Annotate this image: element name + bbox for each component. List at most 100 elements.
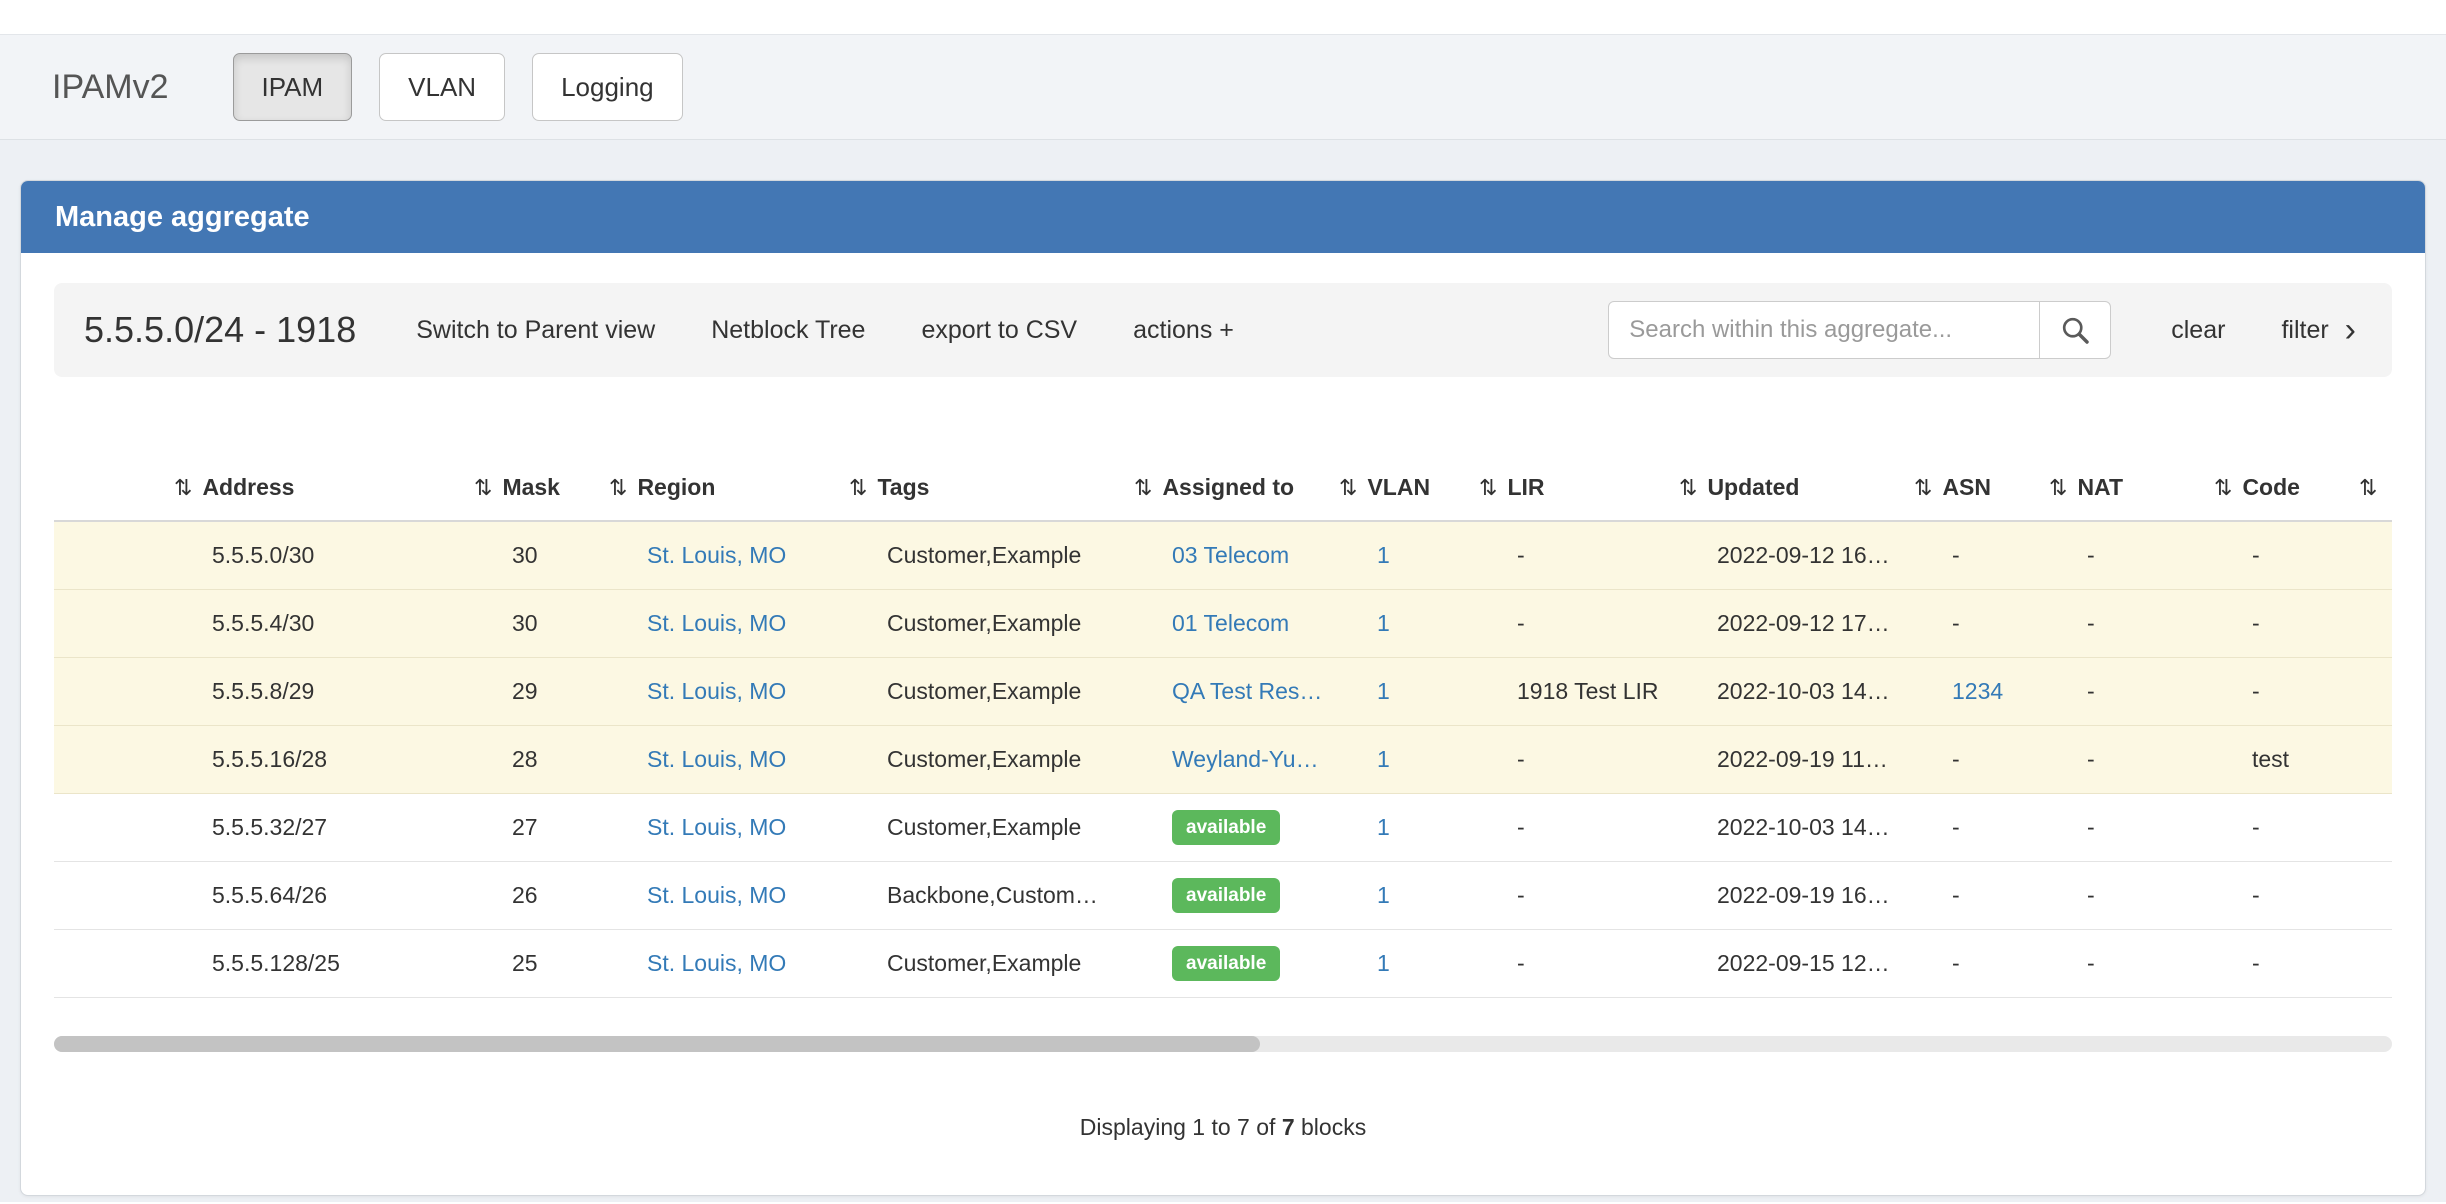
- region-link[interactable]: St. Louis, MO: [647, 950, 786, 976]
- region-link[interactable]: St. Louis, MO: [647, 814, 786, 840]
- col-header-updated[interactable]: ⇅Updated: [1671, 455, 1906, 521]
- cell-updated: 2022-09-15 12…: [1671, 929, 1906, 997]
- cell-lir: -: [1471, 861, 1671, 929]
- region-link[interactable]: St. Louis, MO: [647, 542, 786, 568]
- sort-icon: ⇅: [1679, 475, 1697, 500]
- sort-icon: ⇅: [1339, 475, 1357, 500]
- tab-logging[interactable]: Logging: [532, 53, 683, 121]
- cell-mask: 26: [466, 861, 601, 929]
- cell-tags: Customer,Example: [841, 929, 1126, 997]
- assigned-to-link[interactable]: 01 Telecom: [1172, 610, 1289, 636]
- table-row: 5.5.5.0/30 30 St. Louis, MO Customer,Exa…: [54, 521, 2392, 589]
- assigned-to-link[interactable]: 03 Telecom: [1172, 542, 1289, 568]
- cell-lir: -: [1471, 929, 1671, 997]
- sort-icon: ⇅: [1479, 475, 1497, 500]
- sort-icon: ⇅: [1134, 475, 1152, 500]
- col-header-tags[interactable]: ⇅ Tags: [841, 455, 1126, 521]
- netblock-table-container: ⇅Address ⇅Mask ⇅Region ⇅Tags ⇅Assigned t…: [54, 455, 2392, 998]
- vlan-link[interactable]: 1: [1377, 746, 1390, 772]
- cell-assigned-to: available: [1126, 929, 1331, 997]
- table-row: 5.5.5.8/29 29 St. Louis, MO Customer,Exa…: [54, 657, 2392, 725]
- app-brand: IPAMv2: [52, 68, 169, 107]
- cell-code: -: [2206, 929, 2351, 997]
- search-group: [1608, 301, 2111, 359]
- row-trailing-cell: [2351, 793, 2392, 861]
- vlan-link[interactable]: 1: [1377, 882, 1390, 908]
- summary-total: 7: [1282, 1114, 1295, 1140]
- col-header-extra[interactable]: ⇅: [2351, 455, 2392, 521]
- tab-ipam[interactable]: IPAM: [233, 53, 353, 121]
- cell-updated: 2022-09-19 16…: [1671, 861, 1906, 929]
- cell-asn: -: [1906, 793, 2041, 861]
- search-input[interactable]: [1608, 301, 2040, 359]
- cell-vlan: 1: [1331, 793, 1471, 861]
- search-button[interactable]: [2039, 301, 2111, 359]
- vlan-link[interactable]: 1: [1377, 678, 1390, 704]
- row-trailing-cell: [2351, 657, 2392, 725]
- sort-icon: ⇅: [849, 475, 867, 500]
- vlan-link[interactable]: 1: [1377, 950, 1390, 976]
- region-link[interactable]: St. Louis, MO: [647, 746, 786, 772]
- assigned-to-link[interactable]: QA Test Res…: [1172, 678, 1322, 704]
- search-icon: [2059, 314, 2091, 346]
- page-content: Manage aggregate 5.5.5.0/24 - 1918 Switc…: [0, 140, 2446, 1202]
- clear-filter-link[interactable]: clear: [2171, 316, 2225, 345]
- col-header-nat[interactable]: ⇅NAT: [2041, 455, 2206, 521]
- cell-vlan: 1: [1331, 657, 1471, 725]
- cell-lir: -: [1471, 589, 1671, 657]
- col-label-assigned-to: Assigned to: [1162, 474, 1294, 500]
- cell-address: 5.5.5.64/26: [166, 861, 466, 929]
- row-trailing-cell: [2351, 725, 2392, 793]
- cell-assigned-to: 03 Telecom: [1126, 521, 1331, 589]
- col-header-code[interactable]: ⇅Code: [2206, 455, 2351, 521]
- col-header-region[interactable]: ⇅Region: [601, 455, 841, 521]
- export-csv-link[interactable]: export to CSV: [921, 316, 1077, 345]
- table-row: 5.5.5.4/30 30 St. Louis, MO Customer,Exa…: [54, 589, 2392, 657]
- cell-tags: Customer,Example: [841, 793, 1126, 861]
- cell-lir: 1918 Test LIR: [1471, 657, 1671, 725]
- col-header-mask[interactable]: ⇅Mask: [466, 455, 601, 521]
- cell-address: 5.5.5.16/28: [166, 725, 466, 793]
- cell-address: 5.5.5.128/25: [166, 929, 466, 997]
- region-link[interactable]: St. Louis, MO: [647, 882, 786, 908]
- available-badge: available: [1172, 878, 1280, 913]
- sort-icon: ⇅: [2359, 475, 2377, 500]
- col-header-lir[interactable]: ⇅LIR: [1471, 455, 1671, 521]
- cell-vlan: 1: [1331, 929, 1471, 997]
- col-header-asn[interactable]: ⇅ASN: [1906, 455, 2041, 521]
- vlan-link[interactable]: 1: [1377, 542, 1390, 568]
- filter-link[interactable]: filter ›: [2281, 313, 2356, 347]
- cell-code: -: [2206, 657, 2351, 725]
- cell-updated: 2022-09-19 11…: [1671, 725, 1906, 793]
- col-label-address: Address: [202, 474, 294, 500]
- netblock-table: ⇅Address ⇅Mask ⇅Region ⇅Tags ⇅Assigned t…: [54, 455, 2392, 998]
- netblock-tree-link[interactable]: Netblock Tree: [711, 316, 865, 345]
- col-header-address[interactable]: ⇅Address: [166, 455, 466, 521]
- cell-assigned-to: available: [1126, 861, 1331, 929]
- table-row: 5.5.5.32/27 27 St. Louis, MO Customer,Ex…: [54, 793, 2392, 861]
- region-link[interactable]: St. Louis, MO: [647, 678, 786, 704]
- cell-mask: 29: [466, 657, 601, 725]
- cell-address: 5.5.5.32/27: [166, 793, 466, 861]
- horizontal-scrollbar[interactable]: [54, 1036, 2392, 1052]
- cell-asn: -: [1906, 929, 2041, 997]
- row-lead-cell: [54, 725, 166, 793]
- actions-menu-link[interactable]: actions +: [1133, 316, 1234, 345]
- vlan-link[interactable]: 1: [1377, 610, 1390, 636]
- cell-nat: -: [2041, 725, 2206, 793]
- col-header-vlan[interactable]: ⇅VLAN: [1331, 455, 1471, 521]
- region-link[interactable]: St. Louis, MO: [647, 610, 786, 636]
- row-lead-cell: [54, 657, 166, 725]
- col-label-tags: Tags: [877, 474, 929, 500]
- cell-code: test: [2206, 725, 2351, 793]
- switch-parent-view-link[interactable]: Switch to Parent view: [416, 316, 655, 345]
- tab-vlan[interactable]: VLAN: [379, 53, 505, 121]
- scrollbar-thumb[interactable]: [54, 1036, 1260, 1052]
- cell-tags: Backbone,Custom…: [841, 861, 1126, 929]
- assigned-to-link[interactable]: Weyland-Yu…: [1172, 746, 1319, 772]
- cell-updated: 2022-09-12 16…: [1671, 521, 1906, 589]
- asn-link[interactable]: 1234: [1952, 678, 2003, 704]
- row-trailing-cell: [2351, 929, 2392, 997]
- col-header-assigned-to[interactable]: ⇅ Assigned to: [1126, 455, 1331, 521]
- vlan-link[interactable]: 1: [1377, 814, 1390, 840]
